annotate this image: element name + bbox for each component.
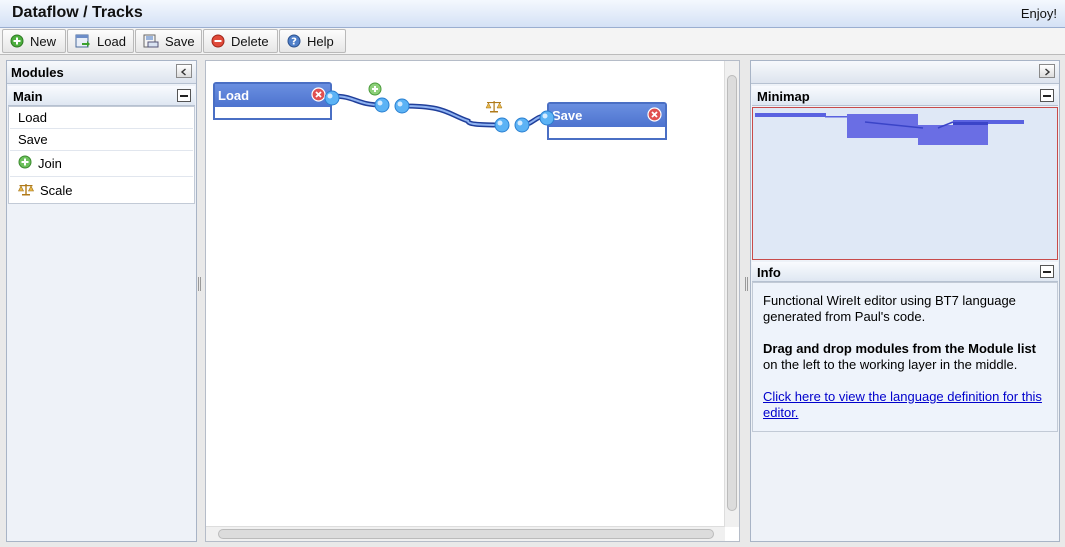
module-item-label: Join	[38, 156, 62, 171]
terminal-load-out[interactable]	[324, 90, 340, 106]
horizontal-scroll-thumb[interactable]	[218, 529, 714, 539]
wire-join-scale	[401, 103, 503, 128]
collapse-minimap-button[interactable]	[1040, 89, 1054, 102]
module-item-save[interactable]: Save	[10, 129, 193, 151]
save-icon	[143, 34, 159, 48]
delete-button[interactable]: Delete	[203, 29, 278, 53]
delete-button-label: Delete	[231, 33, 269, 49]
terminal-save-in[interactable]	[539, 110, 555, 126]
plus-circle-icon	[18, 155, 32, 172]
working-layer[interactable]: Load Save	[205, 60, 740, 542]
chevron-left-icon	[180, 64, 188, 79]
app-header: Dataflow / Tracks Enjoy!	[0, 0, 1065, 28]
info-paragraph-2-rest: on the left to the working layer in the …	[763, 357, 1018, 372]
collapse-left-button[interactable]	[176, 64, 192, 78]
svg-text:?: ?	[291, 37, 297, 48]
info-content: Functional WireIt editor using BT7 langu…	[752, 282, 1058, 432]
load-button[interactable]: Load	[67, 29, 134, 53]
module-item-scale[interactable]: Scale	[10, 177, 193, 203]
module-item-join[interactable]: Join	[10, 151, 193, 177]
module-item-label: Load	[18, 110, 47, 125]
info-header[interactable]: Info	[752, 262, 1058, 282]
minimap-canvas[interactable]	[752, 107, 1058, 260]
save-node-title: Save	[552, 108, 583, 123]
main-group-header[interactable]: Main	[8, 86, 195, 106]
info-paragraph-1: Functional WireIt editor using BT7 langu…	[763, 293, 1016, 324]
join-node-icon	[368, 82, 382, 96]
help-button-label: Help	[307, 33, 334, 49]
language-definition-link[interactable]: Click here to view the language definiti…	[763, 389, 1042, 420]
load-node-title: Load	[218, 88, 250, 103]
info-paragraph-2: Drag and drop modules from the Module li…	[763, 341, 1049, 373]
app-title: Dataflow / Tracks	[12, 4, 143, 21]
terminal-scale-in	[494, 117, 510, 133]
minimap-preview	[755, 113, 1024, 145]
modules-panel-title: Modules	[11, 65, 64, 80]
save-node[interactable]: Save	[539, 102, 667, 140]
new-button[interactable]: New	[2, 29, 66, 53]
help-button[interactable]: ? Help	[279, 29, 346, 53]
main-group-title: Main	[13, 89, 43, 104]
left-splitter-handle[interactable]	[198, 277, 201, 291]
load-node[interactable]: Load	[213, 82, 340, 120]
new-button-label: New	[30, 33, 57, 49]
terminal-scale-out	[514, 117, 530, 133]
module-item-label: Scale	[40, 182, 73, 198]
chevron-right-icon	[1043, 64, 1051, 79]
plus-circle-icon	[10, 34, 24, 48]
terminal-join-in	[374, 97, 390, 113]
greeting-text: Enjoy!	[1020, 6, 1057, 21]
right-splitter-handle[interactable]	[745, 277, 748, 291]
minimap-header[interactable]: Minimap	[752, 86, 1058, 106]
scale-icon	[18, 182, 34, 199]
horizontal-scrollbar[interactable]	[206, 526, 725, 541]
load-button-label: Load	[97, 33, 126, 49]
info-paragraph-2-bold: Drag and drop modules from the Module li…	[763, 341, 1037, 356]
delete-circle-icon	[211, 34, 225, 48]
module-list: Load Save Join Scale	[8, 106, 195, 204]
module-item-label: Save	[18, 132, 48, 147]
toolbar: New Load Save Delete ? Help	[0, 28, 1065, 55]
save-button-label: Save	[165, 33, 195, 49]
load-icon	[75, 34, 91, 48]
minus-icon	[1043, 270, 1051, 273]
right-panel-header	[751, 61, 1059, 84]
minus-icon	[1043, 94, 1051, 97]
collapse-main-button[interactable]	[177, 89, 191, 102]
info-title: Info	[757, 265, 781, 280]
help-icon: ?	[287, 34, 301, 48]
modules-panel-header: Modules	[7, 61, 196, 84]
vertical-scrollbar[interactable]	[724, 61, 739, 527]
close-icon[interactable]	[647, 107, 662, 125]
modules-panel: Modules Main Load Save Join Scale	[6, 60, 197, 542]
right-panel: Minimap Info Functional WireIt editor us…	[750, 60, 1060, 542]
module-item-load[interactable]: Load	[10, 107, 193, 129]
minus-icon	[180, 94, 188, 97]
collapse-right-button[interactable]	[1039, 64, 1055, 78]
collapse-info-button[interactable]	[1040, 265, 1054, 278]
vertical-scroll-thumb[interactable]	[727, 75, 737, 511]
save-button[interactable]: Save	[135, 29, 202, 53]
terminal-join-out	[394, 98, 410, 114]
scale-node-icon	[485, 101, 503, 113]
minimap-title: Minimap	[757, 89, 810, 104]
